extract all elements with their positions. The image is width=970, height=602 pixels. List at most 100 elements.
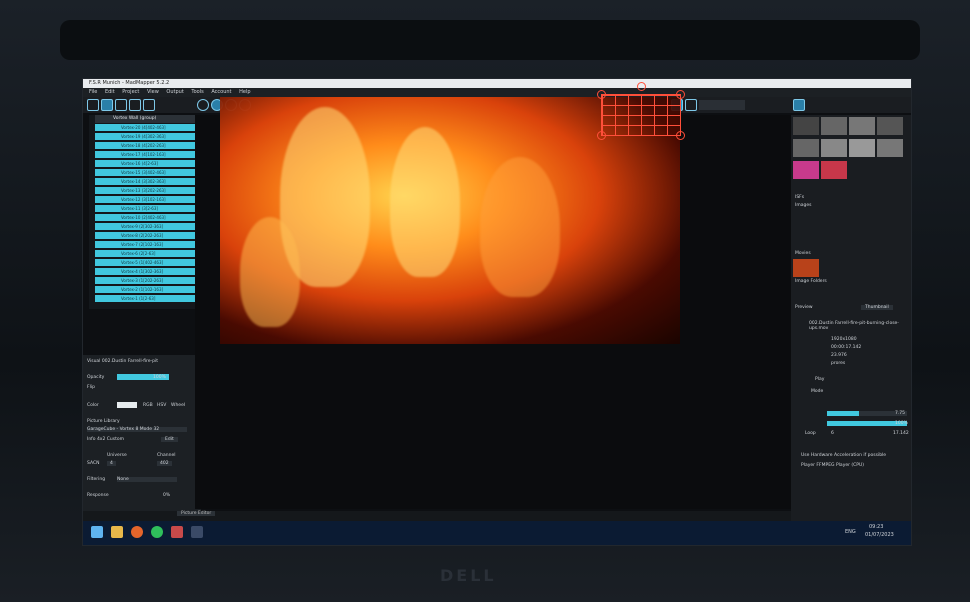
layer-group[interactable]: Vortex Wall (group) — [95, 115, 195, 123]
windows-start-icon[interactable] — [91, 526, 103, 538]
response-label: Response — [87, 493, 109, 498]
mask-tool-icon[interactable] — [101, 99, 113, 111]
layer-item[interactable]: Vortex-2 (1[102-163] — [95, 286, 195, 293]
color-mode-hsv[interactable]: HSV — [157, 403, 166, 408]
media-thumb[interactable] — [849, 139, 875, 157]
fixture-grid-overlay[interactable] — [597, 82, 685, 140]
corner-handle[interactable] — [597, 131, 606, 140]
color-mode-rgb[interactable]: RGB — [143, 403, 153, 408]
layer-item[interactable]: Vortex-10 (2[402-463] — [95, 214, 195, 221]
layer-item[interactable]: Vortex-19 (4[302-363] — [95, 133, 195, 140]
play-label: Play — [815, 377, 825, 382]
file-explorer-icon[interactable] — [111, 526, 123, 538]
section-isfs[interactable]: ISFs — [795, 195, 804, 200]
media-thumb[interactable] — [821, 161, 847, 179]
channel-field[interactable]: 402 — [157, 461, 172, 466]
layer-item[interactable]: Vortex-15 (3[402-463] — [95, 169, 195, 176]
layer-item[interactable]: Vortex-8 (2[202-263] — [95, 232, 195, 239]
corner-handle[interactable] — [676, 90, 685, 99]
clock-time[interactable]: 09:23 — [869, 524, 883, 530]
corner-handle[interactable] — [676, 131, 685, 140]
clock-date[interactable]: 01/07/2023 — [865, 532, 894, 538]
response-value: 0% — [163, 493, 171, 498]
menu-tools[interactable]: Tools — [191, 89, 203, 95]
preview-label: Preview — [795, 305, 813, 310]
whatsapp-icon[interactable] — [151, 526, 163, 538]
eye-icon[interactable] — [685, 99, 697, 111]
universe-field[interactable]: 4 — [107, 461, 116, 466]
language-indicator[interactable]: ENG — [845, 529, 856, 535]
corner-handle[interactable] — [597, 90, 606, 99]
media-thumb[interactable] — [877, 139, 903, 157]
color-mode-wheel[interactable]: Wheel — [171, 403, 185, 408]
filtering-label: Filtering — [87, 477, 106, 482]
loop-end[interactable]: 17.142 — [893, 431, 909, 436]
media-thumb[interactable] — [821, 117, 847, 135]
firefox-icon[interactable] — [131, 526, 143, 538]
rotate-handle[interactable] — [637, 82, 646, 91]
layer-item[interactable]: Vortex-13 (3[202-263] — [95, 187, 195, 194]
layer-item[interactable]: Vortex-9 (2[302-363] — [95, 223, 195, 230]
movie-thumb[interactable] — [793, 259, 819, 277]
layer-item[interactable]: Vortex-5 (1[402-463] — [95, 259, 195, 266]
layer-item[interactable]: Vortex-11 (3[2-63] — [95, 205, 195, 212]
codec-value: prores — [831, 361, 846, 366]
section-images[interactable]: Images — [795, 203, 811, 208]
layer-item[interactable]: Vortex-14 (3[302-363] — [95, 178, 195, 185]
properties-panel: Visual 002.Dustin Farrell-fire-pit Opaci… — [83, 355, 201, 537]
menu-edit[interactable]: Edit — [105, 89, 115, 95]
section-movies[interactable]: Movies — [795, 251, 811, 256]
menu-project[interactable]: Project — [122, 89, 139, 95]
player-label: Player FFMPEG Player (CPU) — [801, 463, 865, 468]
menu-account[interactable]: Account — [211, 89, 231, 95]
media-tool-icon[interactable] — [115, 99, 127, 111]
fixture-info: Info 4x2 Custom — [87, 437, 125, 442]
color-label: Color — [87, 403, 99, 408]
media-thumb[interactable] — [821, 139, 847, 157]
layer-item[interactable]: Vortex-7 (2[102-163] — [95, 241, 195, 248]
layer-item[interactable]: Vortex-1 (1[2-63] — [95, 295, 195, 302]
pause-icon[interactable] — [197, 99, 209, 111]
settings-icon[interactable] — [143, 99, 155, 111]
media-thumb[interactable] — [793, 139, 819, 157]
layer-item[interactable]: Vortex-4 (1[302-363] — [95, 268, 195, 275]
picture-library-label: Picture Library — [87, 419, 120, 424]
app-icon[interactable] — [171, 526, 183, 538]
color-swatch[interactable] — [117, 402, 137, 408]
hw-accel-checkbox[interactable]: Use Hardware Acceleration if possible — [801, 453, 886, 458]
menu-file[interactable]: File — [89, 89, 97, 95]
preview-mode-dropdown[interactable]: Thumbnail — [861, 305, 893, 310]
status-bar: Picture Editor — [83, 511, 791, 521]
media-thumb[interactable] — [849, 117, 875, 135]
layer-item[interactable]: Vortex-3 (1[202-263] — [95, 277, 195, 284]
menu-help[interactable]: Help — [239, 89, 250, 95]
layer-item[interactable]: Vortex-18 (4[202-263] — [95, 142, 195, 149]
section-image-folders[interactable]: Image Folders — [795, 279, 827, 284]
media-thumb[interactable] — [793, 117, 819, 135]
menu-view[interactable]: View — [147, 89, 159, 95]
media-thumb[interactable] — [793, 161, 819, 179]
universe-label: Universe — [107, 453, 127, 458]
mode-label: Mode — [811, 389, 824, 394]
madmapper-icon[interactable] — [191, 526, 203, 538]
media-thumb[interactable] — [877, 117, 903, 135]
menu-output[interactable]: Output — [166, 89, 183, 95]
layer-item[interactable]: Vortex-6 (2[2-63] — [95, 250, 195, 257]
layer-item[interactable]: Vortex-12 (3[102-163] — [95, 196, 195, 203]
channel-label: Channel — [157, 453, 176, 458]
loop-start[interactable]: 6 — [831, 431, 834, 436]
opacity-label: Opacity — [87, 375, 105, 380]
layer-item[interactable]: Vortex-20 (4[402-463] — [95, 124, 195, 131]
position-value: 7.75 — [895, 411, 906, 416]
output-view-icon[interactable] — [793, 99, 805, 111]
filtering-dropdown[interactable]: None — [117, 477, 177, 482]
output-dropdown[interactable] — [699, 100, 745, 110]
picture-editor-dropdown[interactable]: Picture Editor — [177, 511, 216, 516]
fixture-dropdown[interactable]: GarageCube - Vortex 8 Mode 32 — [87, 427, 187, 432]
layer-item[interactable]: Vortex-16 (4[2-63] — [95, 160, 195, 167]
layer-item[interactable]: Vortex-17 (4[102-163] — [95, 151, 195, 158]
output-tool-icon[interactable] — [129, 99, 141, 111]
layer-list: Vortex Wall (group) Vortex-20 (4[402-463… — [89, 115, 195, 309]
edit-button[interactable]: Edit — [161, 437, 178, 442]
move-tool-icon[interactable] — [87, 99, 99, 111]
